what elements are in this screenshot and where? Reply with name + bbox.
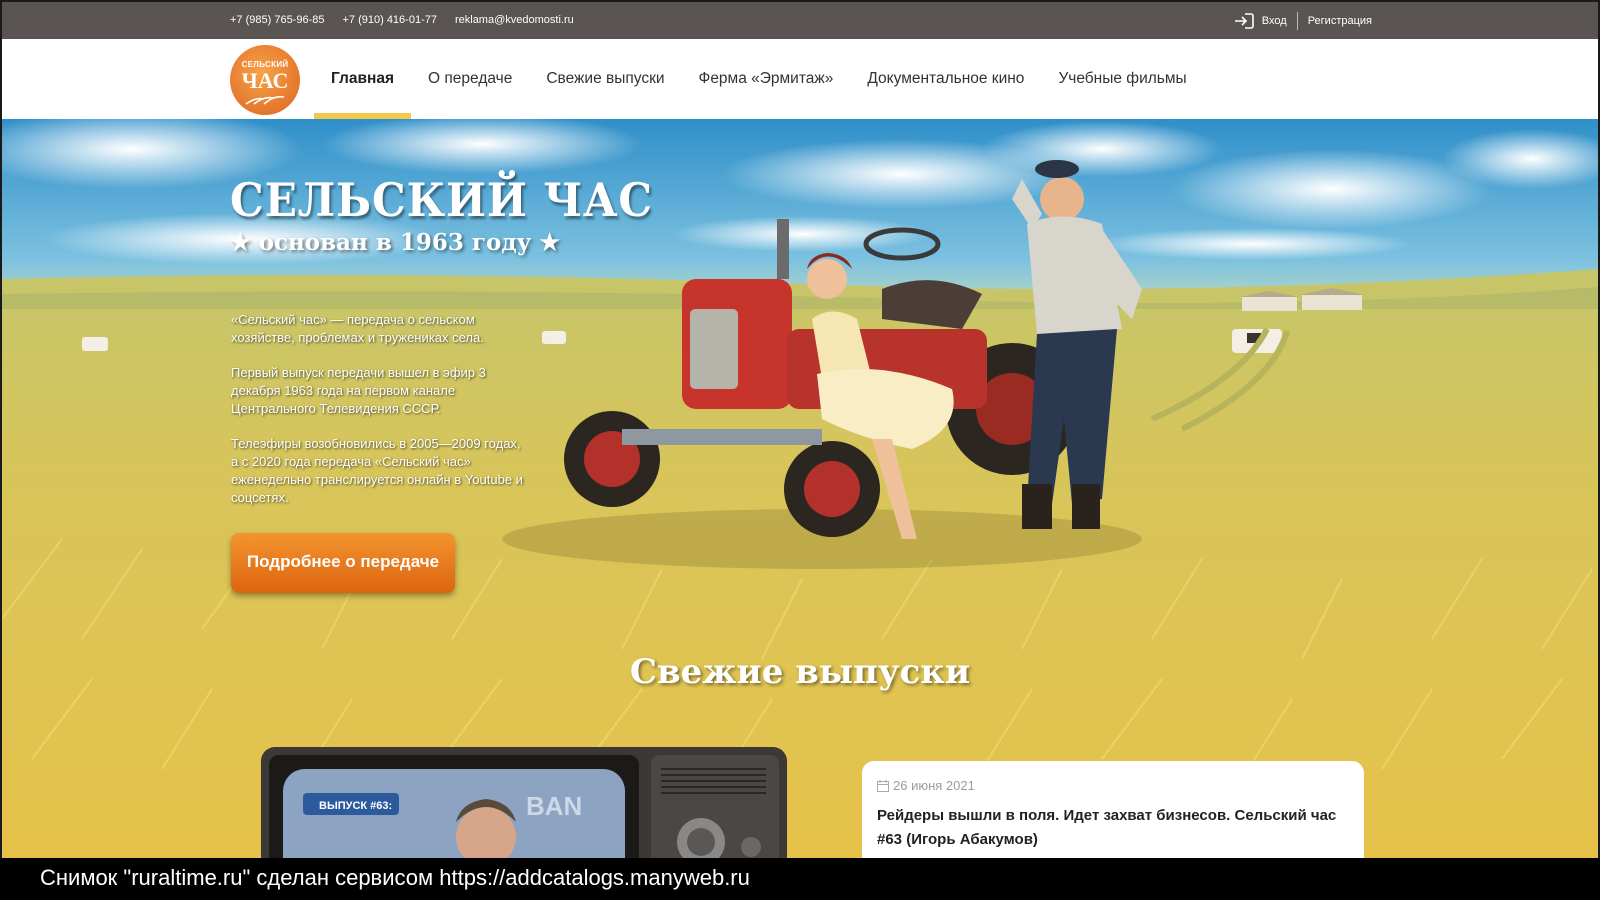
tv-episode-label: ВЫПУСК #63: [319,800,392,812]
screenshot-caption: Снимок "ruraltime.ru" сделан сервисом ht… [0,858,1600,900]
auth-links: Вход Регистрация [1234,12,1372,30]
top-bar: +7 (985) 765-96-85 +7 (910) 416-01-77 re… [2,2,1598,39]
nav-item-fresh[interactable]: Свежие выпуски [529,39,681,119]
episode-date-text: 26 июня 2021 [893,778,975,793]
nav-item-about[interactable]: О передаче [411,39,529,119]
episode-date: 26 июня 2021 [877,778,975,793]
email-link[interactable]: reklama@kvedomosti.ru [455,14,574,26]
wheat-icon [245,95,285,105]
hero-paragraph-2: Первый выпуск передачи вышел в эфир 3 де… [231,365,486,416]
more-about-button[interactable]: Подробнее о передаче [231,533,455,593]
episode-title[interactable]: Рейдеры вышли в поля. Идет захват бизнес… [877,804,1357,852]
main-header: СЕЛЬСКИЙ ЧАС Главная О передаче Свежие в… [2,39,1598,119]
main-nav: Главная О передаче Свежие выпуски Ферма … [314,39,1204,119]
hero-description: «Сельский час» — передача о сельском хоз… [231,311,531,524]
logo-line-2: ЧАС [241,68,289,93]
login-link[interactable]: Вход [1262,15,1287,27]
hero-paragraph-3: Телеэфиры возобновились в 2005—2009 года… [231,436,523,505]
divider [1296,12,1298,30]
nav-item-documentary[interactable]: Документальное кино [850,39,1041,119]
nav-item-educational[interactable]: Учебные фильмы [1041,39,1203,119]
episode-card[interactable]: 26 июня 2021 Рейдеры вышли в поля. Идет … [862,761,1364,860]
hero-title: СЕЛЬСКИЙ ЧАС [230,173,653,227]
tv-video-thumbnail[interactable]: ВЫПУСК #63: BAN [261,747,787,860]
browser-page: +7 (985) 765-96-85 +7 (910) 416-01-77 re… [2,2,1598,898]
phone-link-1[interactable]: +7 (985) 765-96-85 [230,14,324,26]
contacts: +7 (985) 765-96-85 +7 (910) 416-01-77 re… [230,14,574,26]
nav-item-farm[interactable]: Ферма «Эрмитаж» [682,39,851,119]
site-logo[interactable]: СЕЛЬСКИЙ ЧАС [230,45,300,115]
svg-text:BAN: BAN [526,791,582,821]
hero-paragraph-1: «Сельский час» — передача о сельском хоз… [231,312,484,345]
hero-subtitle: ★ основан в 1963 году ★ [230,229,560,256]
calendar-icon [877,779,889,792]
hero-banner: СЕЛЬСКИЙ ЧАС ★ основан в 1963 году ★ «Се… [2,119,1598,860]
nav-item-home[interactable]: Главная [314,39,412,119]
phone-link-2[interactable]: +7 (910) 416-01-77 [342,14,436,26]
login-icon[interactable] [1234,13,1254,29]
register-link[interactable]: Регистрация [1308,15,1372,27]
fresh-episodes-title: Свежие выпуски [629,652,971,692]
